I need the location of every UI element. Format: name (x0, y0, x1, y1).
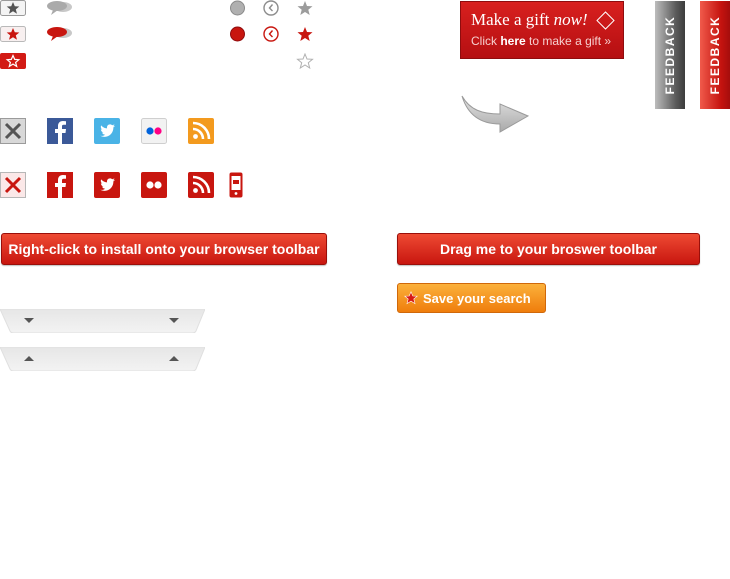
close-icon-red[interactable] (0, 172, 26, 198)
flickr-icon[interactable] (141, 118, 167, 144)
rss-icon[interactable] (188, 118, 214, 144)
feedback-label: FEEDBACK (708, 15, 722, 95)
circle-dot-icon-grey[interactable] (229, 0, 246, 16)
twitter-icon[interactable] (94, 118, 120, 144)
diamond-icon (596, 11, 615, 30)
clock-icon-grey[interactable] (262, 0, 280, 16)
collapse-tab-bar[interactable] (0, 347, 205, 371)
gift-title: Make a gift now! (471, 10, 588, 29)
star-icon (404, 291, 418, 305)
rss-icon-red[interactable] (188, 172, 214, 198)
facebook-icon[interactable] (47, 118, 73, 144)
feedback-tab-grey[interactable]: FEEDBACK (655, 1, 685, 109)
star-button-red-solid[interactable] (0, 53, 26, 69)
curved-arrow-icon (460, 88, 530, 142)
star-button-red[interactable] (0, 26, 26, 42)
feedback-label: FEEDBACK (663, 15, 677, 95)
gift-subtitle: Click here to make a gift » (471, 34, 612, 48)
install-toolbar-button[interactable]: Right-click to install onto your browser… (1, 233, 327, 265)
drag-button-label: Drag me to your broswer toolbar (439, 241, 658, 257)
save-search-label: Save your search (423, 290, 531, 306)
clock-icon-red[interactable] (262, 26, 280, 42)
speech-bubble-icon-red[interactable] (44, 26, 74, 42)
mobile-icon-red[interactable] (229, 172, 243, 198)
feedback-tab-red[interactable]: FEEDBACK (700, 1, 730, 109)
save-search-button[interactable]: Save your search (397, 283, 546, 313)
star-outline-icon[interactable] (296, 53, 314, 69)
close-icon[interactable] (0, 118, 26, 144)
make-a-gift-banner[interactable]: Make a gift now! Click here to make a gi… (460, 1, 624, 59)
expand-tab-bar[interactable] (0, 309, 205, 333)
install-button-label: Right-click to install onto your browser… (8, 241, 320, 257)
speech-bubble-icon-grey[interactable] (44, 0, 74, 16)
star-icon-grey[interactable] (296, 0, 314, 16)
facebook-icon-red[interactable] (47, 172, 73, 198)
twitter-icon-red[interactable] (94, 172, 120, 198)
flickr-icon-red[interactable] (141, 172, 167, 198)
circle-dot-icon-red[interactable] (229, 26, 246, 42)
drag-to-toolbar-button[interactable]: Drag me to your broswer toolbar (397, 233, 700, 265)
star-button-grey[interactable] (0, 0, 26, 16)
star-icon-red[interactable] (296, 26, 314, 42)
